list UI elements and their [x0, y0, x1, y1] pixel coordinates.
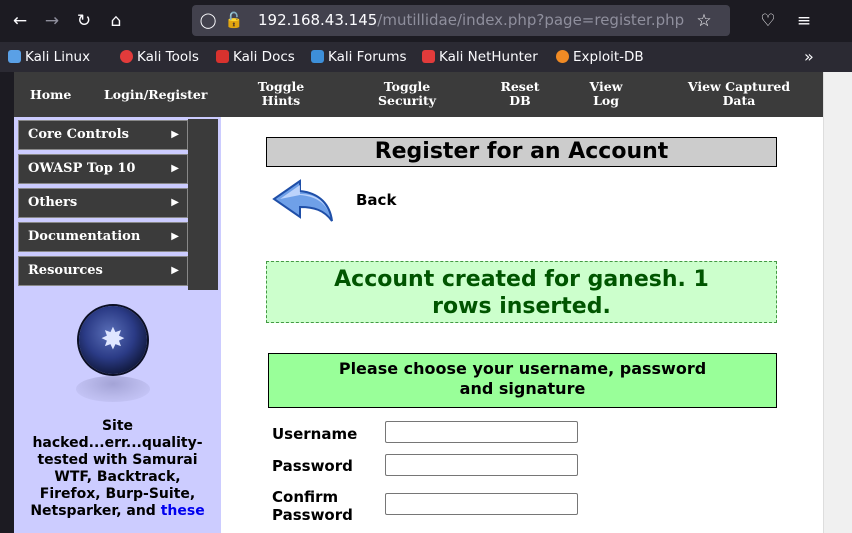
kali-tools-icon — [120, 50, 133, 63]
window-edge — [0, 72, 14, 533]
home-icon[interactable]: ⌂ — [104, 9, 128, 33]
bookmark-kali-docs[interactable]: Kali Docs — [216, 48, 295, 66]
insecure-lock-icon[interactable]: 🔓 — [222, 8, 246, 32]
sidebar-item-owasp-top-10[interactable]: OWASP Top 10 ▶ — [18, 154, 188, 184]
forward-nav-icon[interactable]: → — [40, 9, 64, 33]
menu-icon[interactable]: ≡ — [792, 9, 816, 33]
kali-icon — [8, 50, 21, 63]
chevron-right-icon: ▶ — [171, 129, 179, 140]
form-instructions: Please choose your username, password an… — [268, 353, 777, 408]
back-arrow-icon[interactable] — [270, 177, 340, 227]
success-message: Account created for ganesh. 1 rows inser… — [266, 261, 777, 323]
page-scrollbar[interactable] — [823, 72, 852, 533]
sidebar-credits-text: Site hacked...err...quality- tested with… — [30, 418, 205, 519]
exploit-db-icon — [556, 50, 569, 63]
kali-forums-icon — [311, 50, 324, 63]
bookmarks-overflow-icon[interactable]: » — [804, 48, 814, 66]
nav-home[interactable]: Home — [30, 88, 71, 102]
sidebar-item-documentation[interactable]: Documentation ▶ — [18, 222, 188, 252]
back-nav-icon[interactable]: ← — [8, 9, 32, 33]
password-label: Password — [272, 457, 353, 475]
chevron-right-icon: ▶ — [171, 231, 179, 242]
sidebar-item-core-controls[interactable]: Core Controls ▶ — [18, 120, 188, 150]
nav-view-captured-data[interactable]: View Captured Data — [684, 80, 794, 108]
nethunter-icon — [422, 50, 435, 63]
these-link[interactable]: these — [161, 503, 205, 519]
shield-icon[interactable]: ◯ — [196, 8, 220, 32]
confirm-password-input[interactable] — [385, 493, 578, 515]
nav-toggle-hints[interactable]: Toggle Hints — [250, 80, 312, 108]
bookmark-kali-linux[interactable]: Kali Linux — [8, 48, 90, 66]
chevron-right-icon: ▶ — [171, 265, 179, 276]
url-text[interactable]: 192.168.43.145/mutillidae/index.php?page… — [258, 11, 684, 29]
password-input[interactable] — [385, 454, 578, 476]
sidebar-item-others[interactable]: Others ▶ — [18, 188, 188, 218]
bookmark-kali-nethunter[interactable]: Kali NetHunter — [422, 48, 538, 66]
username-label: Username — [272, 425, 358, 443]
nav-reset-db[interactable]: Reset DB — [495, 80, 545, 108]
bookmark-kali-tools[interactable]: Kali Tools — [120, 48, 199, 66]
nav-toggle-security[interactable]: Toggle Security — [374, 80, 440, 108]
sidebar-item-resources[interactable]: Resources ▶ — [18, 256, 188, 286]
wasp-icon: ✸ — [100, 322, 126, 357]
kali-docs-icon — [216, 50, 229, 63]
back-link[interactable]: Back — [356, 191, 396, 209]
sidebar-menu-panel — [188, 119, 218, 290]
confirm-password-label: Confirm Password — [272, 488, 353, 524]
bookmark-kali-forums[interactable]: Kali Forums — [311, 48, 407, 66]
nav-view-log[interactable]: View Log — [585, 80, 627, 108]
reload-icon[interactable]: ↻ — [72, 9, 96, 33]
nav-login-register[interactable]: Login/Register — [104, 88, 207, 102]
page-title: Register for an Account — [266, 137, 777, 167]
username-input[interactable] — [385, 421, 578, 443]
chevron-right-icon: ▶ — [171, 197, 179, 208]
logo-reflection — [76, 376, 150, 402]
bookmark-exploit-db[interactable]: Exploit-DB — [556, 48, 644, 66]
chevron-right-icon: ▶ — [171, 163, 179, 174]
bookmark-star-icon[interactable]: ☆ — [692, 9, 716, 33]
pocket-icon[interactable]: ♡ — [756, 9, 780, 33]
